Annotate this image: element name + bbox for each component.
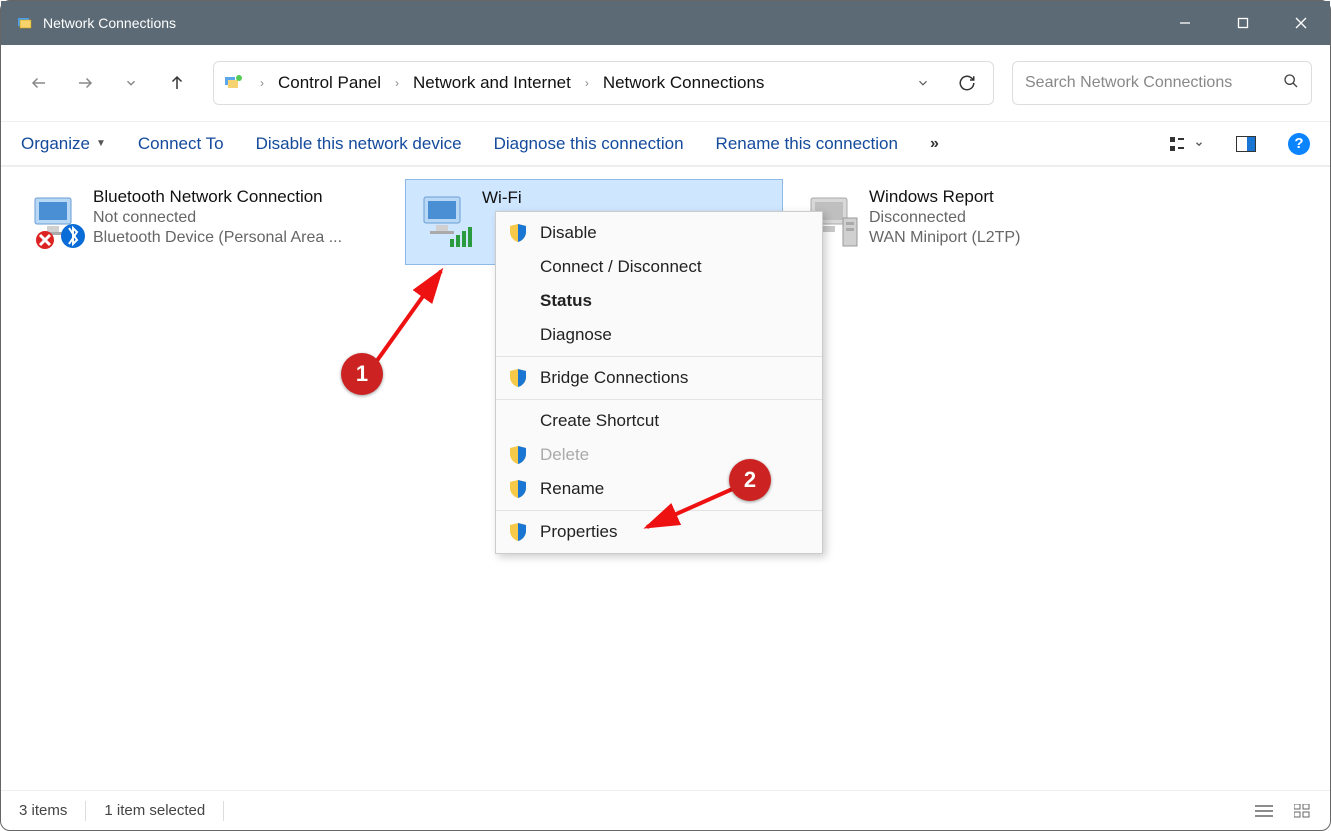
- details-view-icon[interactable]: [1254, 803, 1274, 819]
- maximize-button[interactable]: [1214, 1, 1272, 45]
- title-bar: Network Connections: [1, 1, 1330, 45]
- preview-pane-button[interactable]: [1236, 136, 1256, 152]
- shield-icon: [508, 223, 528, 243]
- chevron-right-icon[interactable]: ›: [389, 76, 405, 90]
- chevron-down-icon: ▼: [96, 138, 106, 149]
- organize-button[interactable]: Organize▼: [21, 134, 106, 154]
- back-button[interactable]: [19, 63, 59, 103]
- wifi-icon: [414, 186, 482, 260]
- rename-button[interactable]: Rename this connection: [716, 134, 898, 154]
- location-icon: [224, 73, 244, 93]
- menu-disable[interactable]: Disable: [496, 216, 822, 250]
- help-button[interactable]: ?: [1288, 133, 1310, 155]
- refresh-button[interactable]: [947, 63, 987, 103]
- menu-delete: Delete: [496, 438, 822, 472]
- crumb-root[interactable]: Control Panel: [274, 73, 385, 93]
- search-icon[interactable]: [1283, 73, 1299, 94]
- search-input[interactable]: [1025, 74, 1283, 92]
- menu-shortcut[interactable]: Create Shortcut: [496, 404, 822, 438]
- shield-icon: [508, 479, 528, 499]
- status-separator: [223, 801, 224, 821]
- connection-device: Bluetooth Device (Personal Area ...: [93, 229, 387, 247]
- recent-button[interactable]: [111, 63, 151, 103]
- shield-icon: [508, 368, 528, 388]
- up-button[interactable]: [157, 63, 197, 103]
- connection-bluetooth[interactable]: Bluetooth Network Connection Not connect…: [17, 179, 395, 265]
- shield-icon: [508, 522, 528, 542]
- connection-device: WAN Miniport (L2TP): [869, 229, 1163, 247]
- crumb-mid[interactable]: Network and Internet: [409, 73, 575, 93]
- status-bar: 3 items 1 item selected: [1, 790, 1330, 830]
- forward-button[interactable]: [65, 63, 105, 103]
- annotation-badge-2: 2: [729, 459, 771, 501]
- menu-connect[interactable]: Connect / Disconnect: [496, 250, 822, 284]
- menu-separator: [496, 356, 822, 357]
- status-selected: 1 item selected: [104, 802, 205, 819]
- address-dropdown[interactable]: [903, 63, 943, 103]
- annotation-badge-1: 1: [341, 353, 383, 395]
- app-icon: [17, 15, 33, 31]
- search-box[interactable]: [1012, 61, 1312, 105]
- nav-row: › Control Panel › Network and Internet ›…: [1, 45, 1330, 121]
- view-options-button[interactable]: [1170, 136, 1204, 152]
- connection-name: Wi-Fi: [482, 188, 774, 208]
- menu-separator: [496, 399, 822, 400]
- bluetooth-icon: [25, 185, 93, 259]
- menu-status[interactable]: Status: [496, 284, 822, 318]
- connection-windows-report[interactable]: Windows Report Disconnected WAN Miniport…: [793, 179, 1171, 265]
- connect-to-button[interactable]: Connect To: [138, 134, 224, 154]
- diagnose-button[interactable]: Diagnose this connection: [494, 134, 684, 154]
- command-bar: Organize▼ Connect To Disable this networ…: [1, 121, 1330, 167]
- overflow-button[interactable]: »: [930, 135, 939, 153]
- content-area: Bluetooth Network Connection Not connect…: [1, 167, 1330, 782]
- status-separator: [85, 801, 86, 821]
- connection-name: Bluetooth Network Connection: [93, 187, 387, 207]
- crumb-leaf[interactable]: Network Connections: [599, 73, 769, 93]
- large-icons-view-icon[interactable]: [1292, 803, 1312, 819]
- menu-diagnose[interactable]: Diagnose: [496, 318, 822, 352]
- address-bar[interactable]: › Control Panel › Network and Internet ›…: [213, 61, 994, 105]
- connection-status: Not connected: [93, 209, 387, 227]
- chevron-right-icon[interactable]: ›: [254, 76, 270, 90]
- chevron-right-icon[interactable]: ›: [579, 76, 595, 90]
- connection-status: Disconnected: [869, 209, 1163, 227]
- disable-device-button[interactable]: Disable this network device: [256, 134, 462, 154]
- connection-name: Windows Report: [869, 187, 1163, 207]
- menu-bridge[interactable]: Bridge Connections: [496, 361, 822, 395]
- close-button[interactable]: [1272, 1, 1330, 45]
- minimize-button[interactable]: [1156, 1, 1214, 45]
- status-item-count: 3 items: [19, 802, 67, 819]
- window-title: Network Connections: [43, 15, 176, 31]
- chevron-down-icon: [1194, 139, 1204, 149]
- shield-icon: [508, 445, 528, 465]
